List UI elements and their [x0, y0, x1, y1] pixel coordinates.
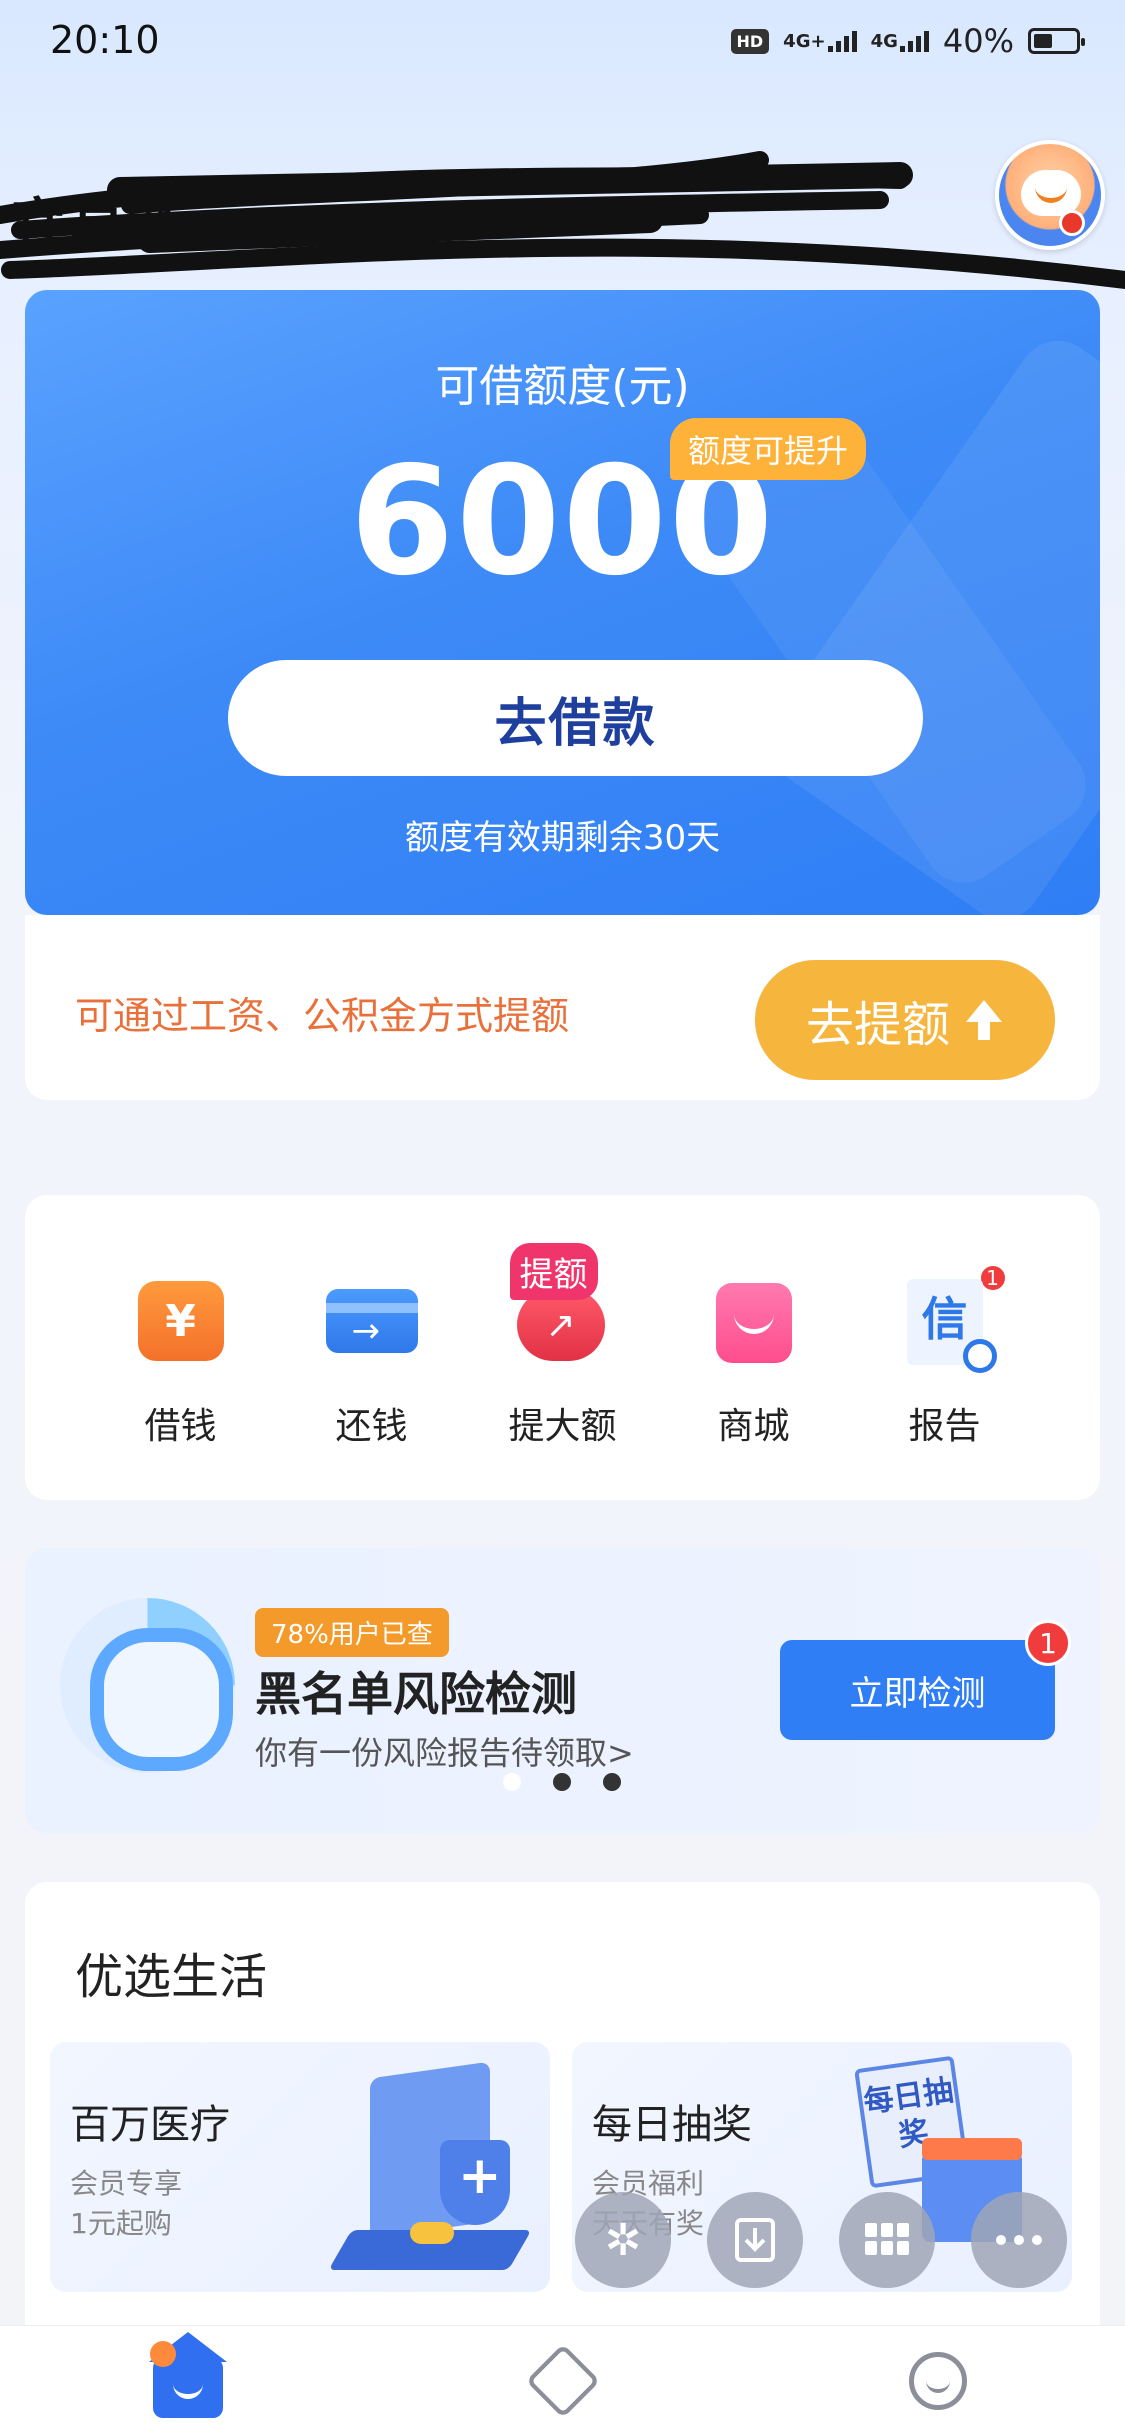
menu-label: 借钱 [144, 1406, 217, 1447]
nav-profile[interactable] [878, 2331, 998, 2431]
raise-limit-label: 去提额 [805, 997, 950, 1053]
hd-icon: HD [730, 28, 770, 54]
signal-bars-icon [827, 30, 857, 52]
life-title: 优选生活 [75, 1949, 268, 2005]
status-indicators: HD 4G+ 4G 40% [730, 22, 1085, 60]
raise-badge: 提额 [509, 1243, 598, 1300]
network-label: 4G+ [783, 31, 826, 52]
life-card-medical[interactable]: 百万医疗 会员专享 1元起购 [50, 2042, 550, 2292]
box-icon [525, 2343, 600, 2419]
battery-icon [1028, 28, 1085, 54]
carousel-dot[interactable] [503, 1773, 521, 1791]
medical-shield-illustration [328, 2061, 532, 2270]
validity-text: 额度有效期剩余30天 [404, 818, 721, 858]
signal-icon: 4G+ [783, 30, 857, 52]
avatar[interactable] [995, 140, 1105, 250]
download-icon[interactable] [707, 2192, 803, 2288]
menu-item-borrow[interactable]: ¥ 借钱 [106, 1195, 256, 1500]
shopping-bag-icon [708, 1275, 800, 1367]
raise-banner: 可通过工资、公积金方式提额 去提额 [25, 915, 1100, 1100]
network-label-2: 4G [870, 31, 898, 52]
menu-label: 商城 [717, 1406, 790, 1447]
carousel-dots [503, 1773, 621, 1791]
grid-icon[interactable] [839, 2192, 935, 2288]
carousel-dot[interactable] [603, 1773, 621, 1791]
status-time: 20:10 [50, 18, 160, 62]
floating-toolbar: ✲ [575, 2192, 1067, 2288]
menu-label: 还钱 [335, 1406, 408, 1447]
arrow-up-icon [966, 1000, 1002, 1040]
card-title: 每日抽奖 [592, 2102, 752, 2148]
card-icon [325, 1275, 418, 1367]
menu-item-raise[interactable]: 提额 ↗ 提大额 [488, 1195, 638, 1500]
user-tag: 78%用户已查 [255, 1608, 449, 1657]
menu-item-repay[interactable]: 还钱 [297, 1195, 447, 1500]
credit-amount: 6000 [349, 435, 776, 609]
risk-banner[interactable]: 78%用户已查 黑名单风险检测 你有一份风险报告待领取> 立即检测 1 [25, 1548, 1100, 1833]
carousel-dot[interactable] [553, 1773, 571, 1791]
menu-item-mall[interactable]: 商城 [679, 1195, 829, 1500]
menu-label: 报告 [908, 1406, 981, 1447]
report-icon: 信 [899, 1275, 997, 1373]
credit-label: 可借额度(元) [435, 361, 690, 412]
battery-percent: 40% [942, 22, 1014, 60]
borrow-button[interactable]: 去借款 [228, 660, 923, 776]
bottom-nav [0, 2325, 1125, 2436]
profile-icon [908, 2352, 967, 2410]
home-icon [148, 2332, 227, 2418]
signal-bars-icon-2 [899, 30, 929, 52]
card-title: 百万医疗 [70, 2102, 230, 2148]
signal-icon-2: 4G [871, 30, 929, 52]
nav-box[interactable] [503, 2331, 623, 2431]
avatar-badge [1059, 210, 1085, 236]
check-now-button[interactable]: 立即检测 [780, 1640, 1055, 1740]
card-line: 会员专享 [70, 2167, 183, 2200]
quick-menu: ¥ 借钱 还钱 提额 ↗ 提大额 商城 1 信 报告 [25, 1195, 1100, 1500]
menu-item-report[interactable]: 1 信 报告 [870, 1195, 1020, 1500]
card-line: 1元起购 [70, 2207, 172, 2240]
raise-tag: 额度可提升 [670, 418, 867, 480]
status-bar: 20:10 HD 4G+ 4G 40% [0, 0, 1125, 90]
yen-icon: ¥ [135, 1275, 227, 1367]
raise-limit-button[interactable]: 去提额 [755, 960, 1055, 1080]
risk-subtitle[interactable]: 你有一份风险报告待领取> [255, 1728, 634, 1774]
credit-card: 可借额度(元) 6000 额度可提升 去借款 额度有效期剩余30天 [25, 290, 1100, 915]
sparkle-icon[interactable]: ✲ [575, 2192, 671, 2288]
redaction-scribble [0, 151, 1125, 289]
menu-label: 提大额 [508, 1406, 617, 1447]
raise-hint: 可通过工资、公积金方式提额 [75, 994, 570, 1038]
risk-title: 黑名单风险检测 [255, 1667, 577, 1721]
radar-icon [60, 1598, 235, 1773]
check-badge: 1 [1025, 1620, 1071, 1666]
nav-home[interactable] [128, 2331, 248, 2431]
more-icon[interactable] [971, 2192, 1067, 2288]
